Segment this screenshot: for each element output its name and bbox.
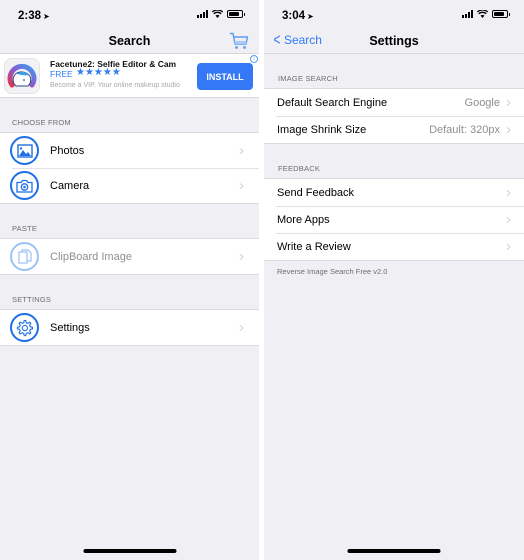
battery-icon bbox=[492, 10, 510, 18]
chevron-right-icon: > bbox=[506, 212, 511, 227]
ad-price: FREE bbox=[50, 69, 73, 79]
ad-subtitle: Become a VIP. Your online makeup studio bbox=[50, 82, 180, 89]
settings-screen: 3:04 ➤ < Search Settings IMAGE SEARCH Def… bbox=[264, 0, 524, 560]
list-item-value: Google bbox=[464, 96, 500, 109]
list-item-label: Camera bbox=[50, 179, 90, 192]
list-item-camera[interactable]: Camera > bbox=[0, 168, 259, 203]
list-item-label: Default Search Engine bbox=[277, 96, 388, 109]
chevron-right-icon: > bbox=[239, 249, 244, 264]
list-item-settings[interactable]: Settings > bbox=[0, 310, 259, 345]
feedback-group: Send Feedback > More Apps > Write a Revi… bbox=[264, 178, 524, 261]
ad-rating-stars: ★★★★★ bbox=[76, 67, 121, 78]
list-item-label: More Apps bbox=[277, 213, 330, 226]
chevron-right-icon: > bbox=[239, 178, 244, 193]
image-search-group: Default Search Engine Google > Image Shr… bbox=[264, 88, 524, 144]
navigation-bar: Search bbox=[0, 28, 259, 54]
install-button[interactable]: INSTALL bbox=[197, 63, 253, 90]
chevron-right-icon: > bbox=[506, 239, 511, 254]
section-header-image-search: IMAGE SEARCH bbox=[278, 74, 338, 83]
list-item-label: Image Shrink Size bbox=[277, 123, 367, 136]
location-arrow-icon: ➤ bbox=[307, 12, 314, 21]
status-time: 2:38 ➤ bbox=[18, 10, 50, 22]
location-arrow-icon: ➤ bbox=[43, 12, 50, 21]
chevron-right-icon: > bbox=[506, 185, 511, 200]
status-bar: 3:04 ➤ bbox=[264, 0, 524, 28]
list-item-clipboard-image[interactable]: ClipBoard Image > bbox=[0, 239, 259, 274]
section-header-choose-from: CHOOSE FROM bbox=[12, 118, 71, 127]
list-item-image-shrink-size[interactable]: Image Shrink Size Default: 320px > bbox=[264, 116, 524, 143]
home-indicator[interactable] bbox=[347, 549, 441, 553]
chevron-right-icon: > bbox=[506, 122, 511, 137]
list-item-send-feedback[interactable]: Send Feedback > bbox=[264, 179, 524, 206]
list-item-label: ClipBoard Image bbox=[50, 250, 132, 263]
facetune-app-icon bbox=[4, 58, 40, 94]
choose-from-group: Photos > Camera > bbox=[0, 132, 259, 204]
list-item-label: Settings bbox=[50, 321, 90, 334]
version-footer: Reverse Image Search Free v2.0 bbox=[277, 267, 388, 276]
navigation-bar: < Search Settings bbox=[264, 28, 524, 54]
section-header-paste: PASTE bbox=[12, 224, 38, 233]
status-time: 3:04 ➤ bbox=[282, 10, 314, 22]
section-header-settings: SETTINGS bbox=[12, 295, 52, 304]
section-header-feedback: FEEDBACK bbox=[278, 164, 321, 173]
status-bar: 2:38 ➤ bbox=[0, 0, 259, 28]
cellular-signal-icon bbox=[197, 10, 208, 18]
list-item-label: Write a Review bbox=[277, 240, 351, 253]
chevron-right-icon: > bbox=[239, 143, 244, 158]
page-title: Search bbox=[108, 34, 151, 48]
chevron-right-icon: > bbox=[239, 320, 244, 335]
list-item-label: Photos bbox=[50, 144, 85, 157]
gear-icon bbox=[10, 313, 39, 342]
wifi-icon bbox=[477, 10, 488, 18]
paste-group: ClipBoard Image > bbox=[0, 238, 259, 275]
list-item-value: Default: 320px bbox=[429, 123, 500, 136]
page-title: Settings bbox=[369, 34, 419, 48]
list-item-photos[interactable]: Photos > bbox=[0, 133, 259, 168]
battery-icon bbox=[227, 10, 245, 18]
ad-info-icon[interactable]: i bbox=[250, 55, 258, 63]
ad-banner[interactable]: Facetune2: Selfie Editor & Cam FREE ★★★★… bbox=[0, 54, 259, 98]
cart-icon[interactable] bbox=[229, 32, 249, 50]
photos-icon bbox=[10, 136, 39, 165]
list-item-write-a-review[interactable]: Write a Review > bbox=[264, 233, 524, 260]
camera-icon bbox=[10, 171, 39, 200]
cellular-signal-icon bbox=[462, 10, 473, 18]
wifi-icon bbox=[212, 10, 223, 18]
list-item-label: Send Feedback bbox=[277, 186, 355, 199]
home-indicator[interactable] bbox=[83, 549, 176, 553]
list-item-more-apps[interactable]: More Apps > bbox=[264, 206, 524, 233]
search-screen: 2:38 ➤ Search Facetune2: Selfie Editor & … bbox=[0, 0, 259, 560]
settings-group: Settings > bbox=[0, 309, 259, 346]
list-item-default-search-engine[interactable]: Default Search Engine Google > bbox=[264, 89, 524, 116]
chevron-right-icon: > bbox=[506, 95, 511, 110]
clipboard-icon bbox=[10, 242, 39, 271]
